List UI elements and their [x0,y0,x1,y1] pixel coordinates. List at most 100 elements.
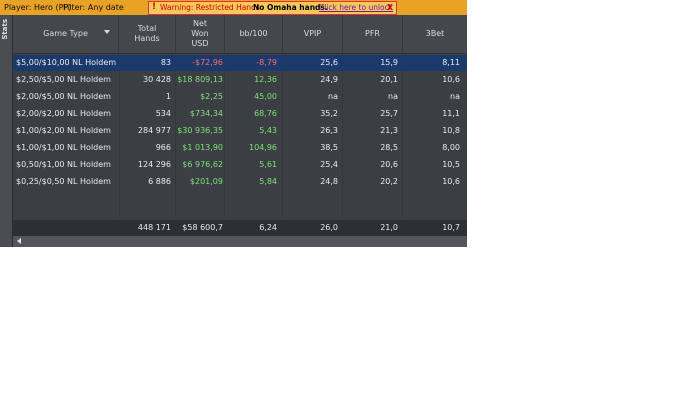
cell-net-won: $30 936,35 [177,126,223,135]
column-header-bb100[interactable]: bb/100 [225,15,283,53]
column-header-label: 3Bet [425,29,445,38]
cell-pfr: 28,5 [380,143,398,152]
stats-window: Player: Hero (PP) Filter: Any date ! War… [0,0,467,247]
stats-side-tab[interactable]: Stats [0,15,13,247]
cell-pfr: 20,1 [380,75,398,84]
cell-total-hands: 124 296 [137,160,171,169]
cell-3bet: 10,5 [442,160,460,169]
total-bb100: 6,24 [259,223,277,232]
cell-net-won: $734,34 [189,109,223,118]
cell-pfr: 21,3 [380,126,398,135]
player-label[interactable]: Player: Hero (PP) [4,0,71,15]
cell-net-won: $1 013,90 [182,143,223,152]
cell-total-hands: 6 886 [148,177,171,186]
cell-3bet: 8,00 [442,143,460,152]
column-header-game-type[interactable]: Game Type [13,15,119,53]
cell-pfr: 25,7 [380,109,398,118]
cell-game-type: $5,00/$10,00 NL Holdem [16,58,117,67]
cell-game-type: $0,25/$0,50 NL Holdem [16,177,111,186]
cell-vpip: 24,8 [320,177,338,186]
table-row[interactable]: $0,25/$0,50 NL Holdem 6 886 $201,09 5,84… [13,174,467,190]
cell-pfr: 20,2 [380,177,398,186]
column-header-pfr[interactable]: PFR [343,15,403,53]
cell-3bet: na [450,92,460,101]
horizontal-scrollbar[interactable] [13,236,467,247]
cell-game-type: $2,00/$5,00 NL Holdem [16,92,111,101]
column-header-net-won[interactable]: Net Won USD [176,15,225,53]
cell-vpip: 35,2 [320,109,338,118]
cell-pfr: na [388,92,398,101]
column-header-total-hands[interactable]: Total Hands [119,15,176,53]
grid-header: Game Type Total Hands Net Won USD bb/100… [13,15,467,54]
scroll-left-icon[interactable] [17,238,21,244]
cell-game-type: $2,50/$5,00 NL Holdem [16,75,111,84]
table-row[interactable]: $1,00/$2,00 NL Holdem 284 977 $30 936,35… [13,123,467,139]
column-header-label: PFR [365,29,380,38]
cell-game-type: $0,50/$1,00 NL Holdem [16,160,111,169]
cell-game-type: $1,00/$2,00 NL Holdem [16,126,111,135]
cell-total-hands: 534 [155,109,171,118]
cell-bb100: 12,36 [254,75,277,84]
total-hands: 448 171 [137,223,171,232]
cell-total-hands: 966 [155,143,171,152]
column-header-label: Total Hands [134,24,160,43]
cell-vpip: 38,5 [320,143,338,152]
cell-total-hands: 284 977 [137,126,171,135]
cell-pfr: 20,6 [380,160,398,169]
sort-desc-icon [104,30,110,34]
column-header-vpip[interactable]: VPIP [283,15,343,53]
column-header-label: Game Type [43,29,88,38]
cell-net-won: $2,25 [200,92,223,101]
cell-net-won: $18 809,13 [177,75,223,84]
table-row[interactable]: $0,50/$1,00 NL Holdem 124 296 $6 976,62 … [13,157,467,173]
close-warning-button[interactable]: X [387,2,393,14]
cell-bb100: 104,96 [249,143,277,152]
cell-total-hands: 30 428 [143,75,171,84]
cell-bb100: 5,84 [259,177,277,186]
column-header-3bet[interactable]: 3Bet [403,15,467,53]
table-row[interactable]: $2,00/$2,00 NL Holdem 534 $734,34 68,76 … [13,106,467,122]
column-header-label: Net Won USD [191,19,209,48]
cell-3bet: 10,8 [442,126,460,135]
total-net-won: $58 600,7 [182,223,223,232]
warning-text: Warning: Restricted Hands [160,3,260,12]
cell-bb100: -8,79 [256,58,277,67]
warning-icon: ! [152,2,157,12]
total-3bet: 10,7 [442,223,460,232]
cell-game-type: $2,00/$2,00 NL Holdem [16,109,111,118]
restricted-hands-warning: ! Warning: Restricted Hands No Omaha han… [148,1,397,15]
total-vpip: 26,0 [320,223,338,232]
cell-bb100: 68,76 [254,109,277,118]
cell-vpip: 25,4 [320,160,338,169]
cell-net-won: -$72,96 [192,58,223,67]
stats-grid: Game Type Total Hands Net Won USD bb/100… [13,15,467,247]
cell-3bet: 8,11 [442,58,460,67]
cell-vpip: 24,9 [320,75,338,84]
cell-total-hands: 83 [160,58,171,67]
table-row[interactable]: $5,00/$10,00 NL Holdem 83 -$72,96 -8,79 … [13,55,467,71]
table-row[interactable]: $2,00/$5,00 NL Holdem 1 $2,25 45,00 na n… [13,89,467,105]
table-row[interactable]: $2,50/$5,00 NL Holdem 30 428 $18 809,13 … [13,72,467,88]
column-header-label: VPIP [303,29,322,38]
cell-bb100: 45,00 [254,92,277,101]
cell-total-hands: 1 [165,92,171,101]
cell-net-won: $201,09 [189,177,223,186]
cell-net-won: $6 976,62 [182,160,223,169]
unlock-link[interactable]: Click here to unlock [319,2,393,14]
cell-vpip: 26,3 [320,126,338,135]
column-header-label: bb/100 [239,29,268,38]
cell-vpip: 25,6 [320,58,338,67]
top-filter-bar: Player: Hero (PP) Filter: Any date ! War… [0,0,467,15]
cell-3bet: 10,6 [442,75,460,84]
cell-3bet: 10,6 [442,177,460,186]
cell-3bet: 11,1 [442,109,460,118]
cell-vpip: na [328,92,338,101]
totals-row: 448 171 $58 600,7 6,24 26,0 21,0 10,7 [13,220,467,236]
cell-bb100: 5,43 [259,126,277,135]
filter-label[interactable]: Filter: Any date [63,0,124,15]
table-row[interactable]: $1,00/$1,00 NL Holdem 966 $1 013,90 104,… [13,140,467,156]
cell-bb100: 5,61 [259,160,277,169]
no-omaha-text: No Omaha hands. [253,3,328,12]
cell-game-type: $1,00/$1,00 NL Holdem [16,143,111,152]
cell-pfr: 15,9 [380,58,398,67]
